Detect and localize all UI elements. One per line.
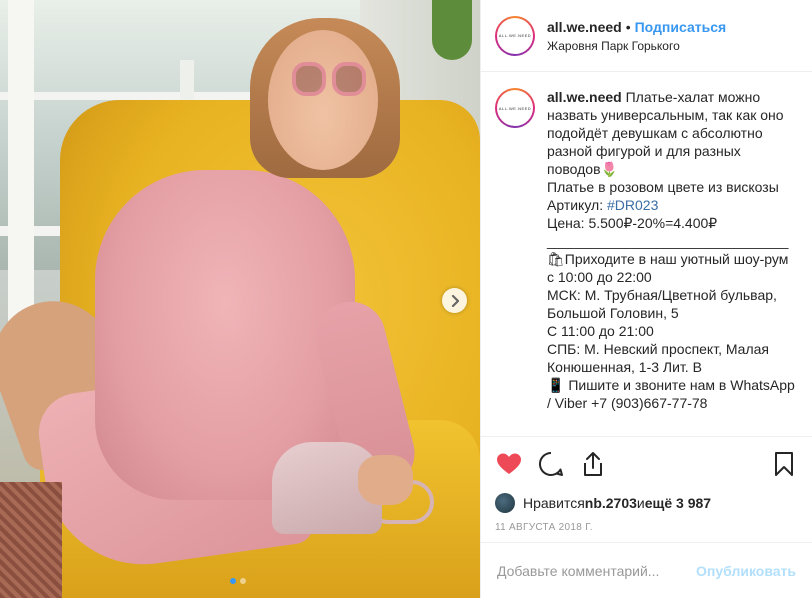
background-post <box>8 0 34 330</box>
post-header: ALL.WE.NEED all.we.need • Подписаться Жа… <box>481 0 812 72</box>
instagram-post: ALL.WE.NEED all.we.need • Подписаться Жа… <box>0 0 812 598</box>
carousel-next-button[interactable] <box>442 288 467 313</box>
comment-icon <box>539 451 563 476</box>
follow-button[interactable]: Подписаться <box>635 19 727 35</box>
caption-body: Платье-халат можно назвать универсальным… <box>547 89 784 213</box>
comment-button[interactable] <box>537 450 565 478</box>
like-button[interactable] <box>495 450 523 478</box>
wicker-chair <box>0 482 62 598</box>
caption-hashtag[interactable]: #DR023 <box>607 197 658 213</box>
comment-input[interactable] <box>497 562 697 579</box>
author-avatar[interactable]: ALL.WE.NEED <box>495 15 535 56</box>
share-button[interactable] <box>579 450 607 478</box>
likes-summary: Нравится nb.2703 и ещё 3 987 <box>481 490 812 516</box>
model-face <box>268 30 378 170</box>
liker-username[interactable]: nb.2703 <box>585 495 637 511</box>
caption-section: ALL.WE.NEED all.we.need Платье-халат мож… <box>481 72 812 436</box>
carousel-dot <box>240 578 246 584</box>
likes-count[interactable]: ещё 3 987 <box>645 495 711 511</box>
author-username[interactable]: all.we.need <box>547 19 622 35</box>
post-date[interactable]: 11 августа 2018 г. <box>481 516 812 542</box>
avatar-logo-text: ALL.WE.NEED <box>498 33 532 38</box>
save-button[interactable] <box>770 450 798 478</box>
sunglasses <box>292 62 366 98</box>
share-icon <box>584 451 602 476</box>
caption-text: all.we.need Платье-халат можно назвать у… <box>547 88 798 436</box>
heart-icon <box>497 453 521 474</box>
carousel-dot-active <box>230 578 236 584</box>
chevron-right-icon <box>451 294 459 307</box>
bookmark-icon <box>775 451 793 476</box>
likes-conjunction: и <box>636 495 645 511</box>
post-side-panel: ALL.WE.NEED all.we.need • Подписаться Жа… <box>480 0 812 598</box>
likes-prefix: Нравится <box>523 495 585 511</box>
caption-author-avatar[interactable]: ALL.WE.NEED <box>495 88 535 128</box>
avatar-logo-text: ALL.WE.NEED <box>498 105 532 111</box>
separator-bullet: • <box>625 18 631 35</box>
caption-username[interactable]: all.we.need <box>547 89 622 105</box>
post-photo[interactable] <box>0 0 480 598</box>
caption-body-rest: Цена: 5.500₽-20%=4.400₽ ________________… <box>547 215 795 411</box>
publish-button[interactable]: Опубликовать <box>696 563 796 579</box>
carousel-indicator <box>230 578 246 584</box>
liker-avatar[interactable] <box>495 493 515 513</box>
background-plant <box>432 0 472 60</box>
comment-form: Опубликовать <box>481 542 812 598</box>
action-bar <box>481 436 812 490</box>
model-hand <box>358 455 413 505</box>
post-location[interactable]: Жаровня Парк Горького <box>547 39 726 53</box>
